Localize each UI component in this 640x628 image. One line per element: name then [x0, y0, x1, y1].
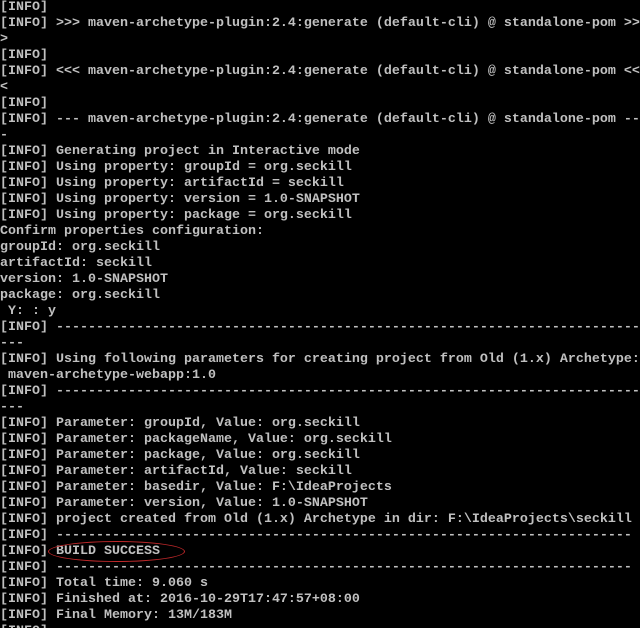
console-line: [INFO] BUILD SUCCESS: [0, 544, 160, 559]
console-line: [INFO] Parameter: basedir, Value: F:\Ide…: [0, 480, 392, 495]
console-line: [INFO] ---------------------------------…: [0, 560, 632, 575]
console-line: [INFO] project created from Old (1.x) Ar…: [0, 512, 632, 527]
console-line: [INFO] Parameter: version, Value: 1.0-SN…: [0, 496, 368, 511]
console-line: [INFO] Using property: groupId = org.sec…: [0, 160, 352, 175]
console-line: [INFO] Final Memory: 13M/183M: [0, 608, 232, 623]
console-line: [INFO] Parameter: packageName, Value: or…: [0, 432, 392, 447]
console-line: -: [0, 128, 8, 143]
console-line: [INFO]: [0, 624, 640, 628]
console-line: [INFO] Finished at: 2016-10-29T17:47:57+…: [0, 592, 360, 607]
console-line: [INFO] ---------------------------------…: [0, 320, 640, 335]
console-line: [INFO] Using property: package = org.sec…: [0, 208, 352, 223]
console-line: [INFO]: [0, 48, 48, 63]
console-line: Confirm properties configuration:: [0, 224, 264, 239]
console-line: Y: : y: [0, 304, 56, 319]
console-line: groupId: org.seckill: [0, 240, 160, 255]
console-line: version: 1.0-SNAPSHOT: [0, 272, 168, 287]
console-line: artifactId: seckill: [0, 256, 152, 271]
console-line: >: [0, 32, 8, 47]
console-line: ---: [0, 400, 24, 415]
console-line: [INFO] Total time: 9.060 s: [0, 576, 208, 591]
console-line: package: org.seckill: [0, 288, 160, 303]
console-line: [INFO] Using property: version = 1.0-SNA…: [0, 192, 360, 207]
console-output: [INFO] [INFO] >>> maven-archetype-plugin:…: [0, 0, 640, 628]
console-line: <: [0, 80, 8, 95]
console-line: [INFO] Using following parameters for cr…: [0, 352, 640, 367]
console-line: [INFO]: [0, 96, 48, 111]
console-line: [INFO] Parameter: groupId, Value: org.se…: [0, 416, 360, 431]
console-line: [INFO] Generating project in Interactive…: [0, 144, 360, 159]
console-line: [INFO] >>> maven-archetype-plugin:2.4:ge…: [0, 16, 640, 31]
console-line: ---: [0, 336, 24, 351]
console-line: maven-archetype-webapp:1.0: [0, 368, 216, 383]
console-line: [INFO]: [0, 0, 48, 15]
console-line: [INFO] Parameter: package, Value: org.se…: [0, 448, 360, 463]
console-line: [INFO] <<< maven-archetype-plugin:2.4:ge…: [0, 64, 640, 79]
console-line: [INFO] Parameter: artifactId, Value: sec…: [0, 464, 352, 479]
console-line: [INFO] Using property: artifactId = seck…: [0, 176, 344, 191]
console-line: [INFO] ---------------------------------…: [0, 384, 640, 399]
console-line: [INFO] --- maven-archetype-plugin:2.4:ge…: [0, 112, 640, 127]
console-line: [INFO] ---------------------------------…: [0, 528, 632, 543]
